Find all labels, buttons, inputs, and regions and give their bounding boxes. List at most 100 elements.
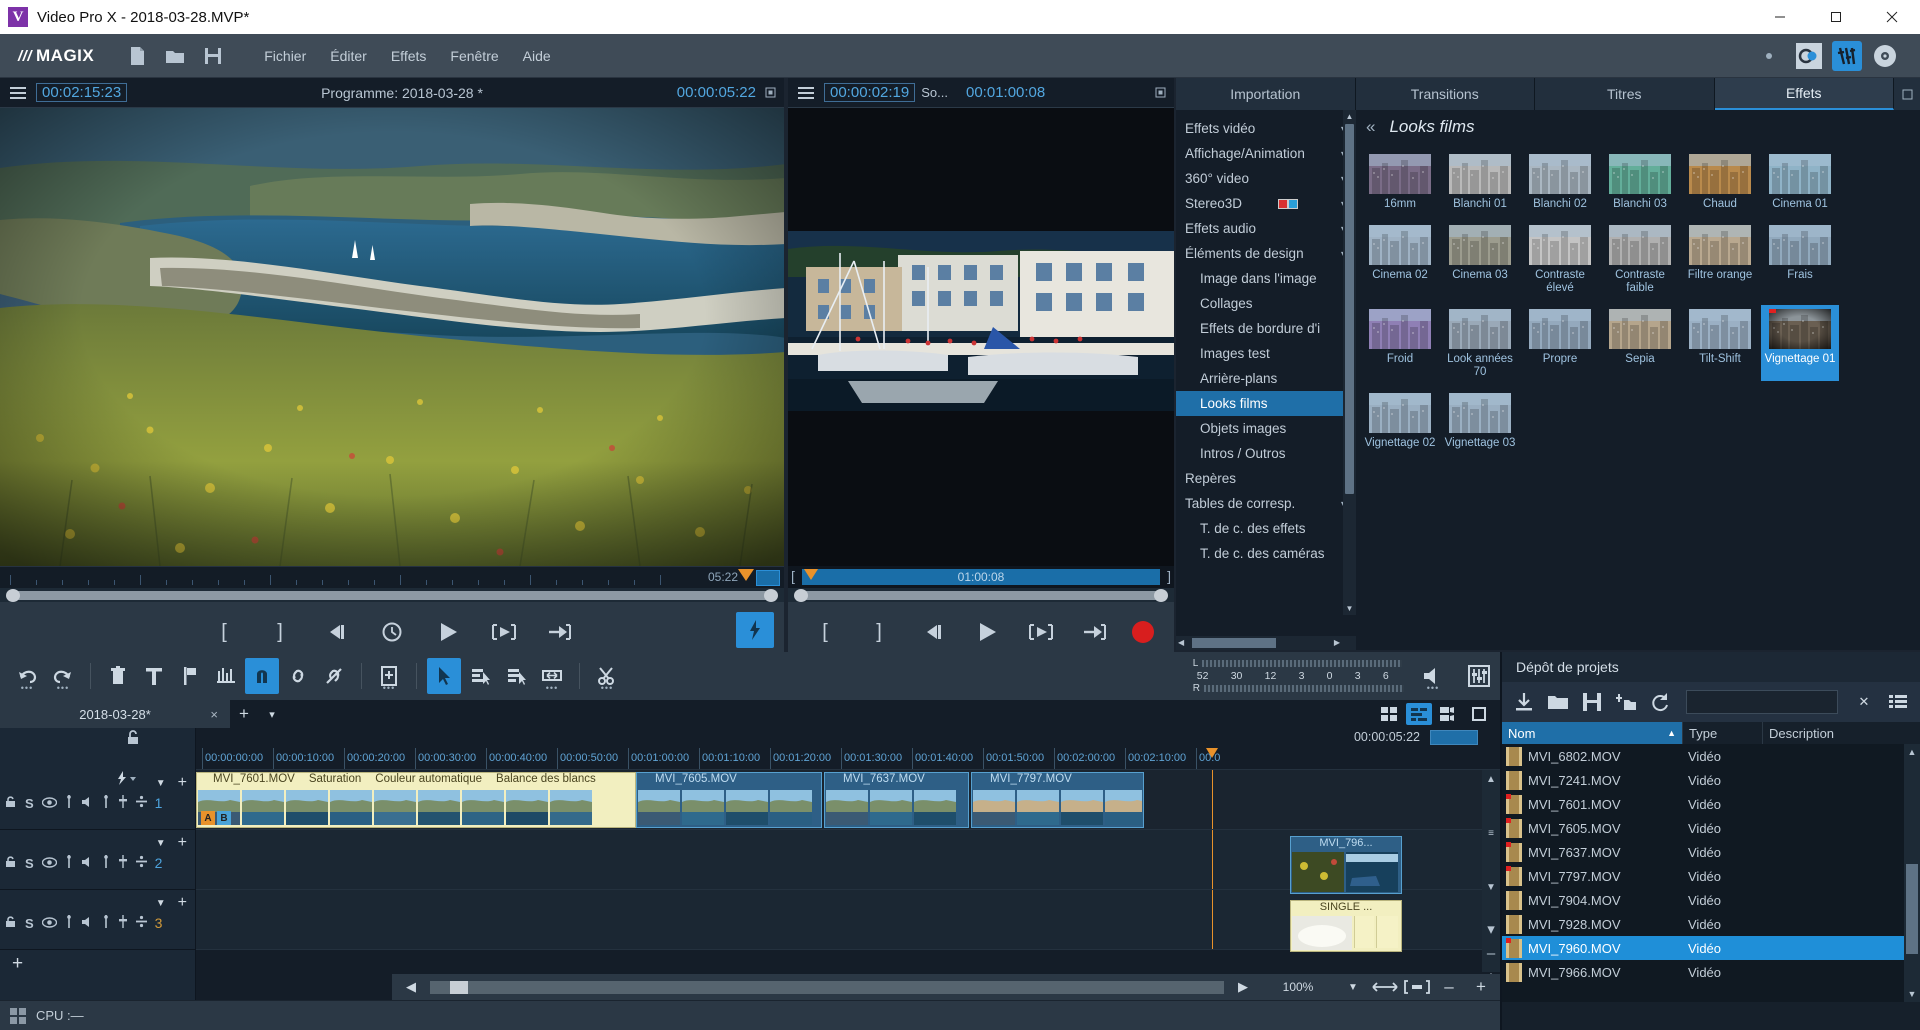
scroll-left-icon[interactable]: ◀ [398,979,424,995]
timeline-view-button[interactable] [1406,703,1432,725]
jump-to-end-button[interactable] [1078,615,1112,649]
add-folder-icon[interactable] [1612,688,1640,716]
effects-tree-item-8[interactable]: Effets de bordure d'i [1176,316,1356,341]
effects-tree-item-1[interactable]: Affichage/Animation▼ [1176,141,1356,166]
fade-in-icon[interactable] [65,915,73,931]
chevron-down-icon[interactable]: ▼ [156,838,166,849]
scroll-knob-right[interactable] [764,588,778,602]
back-chevrons-icon[interactable]: « [1366,117,1375,137]
open-folder-icon[interactable] [158,40,192,72]
speaker-icon[interactable]: ••• [1416,658,1450,694]
timeline-vscrollbar[interactable]: ▲ ≡ ▼ ▾ – + [1482,770,1500,986]
set-in-point-button[interactable]: [ [207,615,241,649]
effects-tree-item-3[interactable]: Stereo3D▼ [1176,191,1356,216]
collapse-icon[interactable]: ▾ [1482,920,1500,938]
overflow-dots[interactable]: ••• [21,683,33,693]
effects-tree-item-16[interactable]: T. de c. des effets [1176,516,1356,541]
program-duration-timecode[interactable]: 00:00:05:22 [677,84,756,101]
single-object-mode-icon[interactable] [463,658,497,694]
menu-item-effets[interactable]: Effets [379,44,439,68]
seek-selection-handle[interactable] [756,570,780,586]
project-tab[interactable]: 2018-03-28* × [0,700,230,728]
mute-speaker-icon[interactable] [81,796,94,811]
level-icon[interactable] [118,915,128,931]
chevron-down-icon[interactable]: ▼ [156,778,166,789]
co-icon[interactable] [1794,41,1824,71]
program-video-image[interactable] [0,108,784,566]
scroll-knob-left[interactable] [794,588,808,602]
depot-row-0[interactable]: MVI_6802.MOV Vidéo [1502,744,1920,768]
look-preset-1[interactable]: Blanchi 01 [1441,150,1519,213]
disc-icon[interactable] [1870,41,1900,71]
open-folder-icon[interactable] [1544,688,1572,716]
effects-tree-item-11[interactable]: Looks films [1176,391,1356,416]
depot-row-4[interactable]: MVI_7637.MOV Vidéo [1502,840,1920,864]
look-preset-19[interactable]: Vignettage 03 [1441,389,1519,452]
scroll-left-arrow-icon[interactable]: ◀ [1178,638,1184,647]
timeline-clip-0[interactable]: MVI_7601.MOV Saturation Couleur automatiqu… [196,772,636,828]
marker-flag-icon[interactable] [173,658,207,694]
scroll-thumb[interactable] [1906,864,1918,954]
zoom-out-icon[interactable]: – [1436,977,1462,997]
depot-row-3[interactable]: MVI_7605.MOV Vidéo [1502,816,1920,840]
solo-S-icon[interactable]: S [25,856,34,871]
depot-row-1[interactable]: MVI_7241.MOV Vidéo [1502,768,1920,792]
close-button[interactable] [1864,0,1920,34]
depot-row-5[interactable]: MVI_7797.MOV Vidéo [1502,864,1920,888]
floating-clip-1[interactable]: MVI_796... [1290,836,1402,894]
hamburger-icon[interactable] [0,86,36,100]
effects-tree-item-7[interactable]: Collages [1176,291,1356,316]
look-preset-13[interactable]: Look années 70 [1441,305,1519,381]
effects-tree-item-12[interactable]: Objets images [1176,416,1356,441]
mute-speaker-icon[interactable] [81,916,94,931]
all-objects-mode-icon[interactable] [499,658,533,694]
redo-icon[interactable]: ••• [46,658,80,694]
zoom-level-value[interactable]: 100% [1262,980,1334,994]
scroll-thumb-handle[interactable]: ≡ [1482,824,1500,842]
tab-titres[interactable]: Titres [1535,78,1715,110]
title-text-icon[interactable] [137,658,171,694]
tab-importation[interactable]: Importation [1176,78,1356,110]
timeline-hscroll-thumb[interactable] [450,980,468,994]
ratio-icon[interactable] [135,795,147,811]
source-position-timecode[interactable]: 00:00:02:19 [824,83,916,102]
hamburger-icon[interactable] [788,86,824,100]
scene-overview-button[interactable] [1436,703,1462,725]
effects-tree-item-5[interactable]: Éléments de design▼ [1176,241,1356,266]
program-position-timecode[interactable]: 00:02:15:23 [36,83,128,102]
lock-icon[interactable] [5,855,17,871]
mouse-arrow-mode-icon[interactable] [427,658,461,694]
source-seek-ruler[interactable]: [ 01:00:08 ] [788,566,1174,588]
zoom-in-icon[interactable]: + [1468,977,1494,997]
overflow-dots[interactable]: ••• [546,683,558,693]
timeline-ruler[interactable]: 00:00:00:00 00:00:10:00 00:00:20:00 00:00:3… [196,748,1500,770]
play-button[interactable] [970,615,1004,649]
solo-S-icon[interactable]: S [25,796,34,811]
look-preset-0[interactable]: 16mm [1361,150,1439,213]
ratio-icon[interactable] [135,915,147,931]
effects-tree-item-0[interactable]: Effets vidéo▼ [1176,116,1356,141]
overflow-dots[interactable]: ••• [601,683,613,693]
column-header-nom[interactable]: Nom ▲ [1502,722,1682,744]
look-preset-9[interactable]: Contraste faible [1601,221,1679,297]
timeline-clip-2[interactable]: MVI_7637.MOV [824,772,969,828]
timeline-clip-1[interactable]: MVI_7605.MOV [636,772,822,828]
scroll-down-arrow-icon[interactable]: ▼ [1482,878,1500,896]
single-view-button[interactable] [1466,703,1492,725]
flash-render-button[interactable] [736,612,774,648]
project-dropdown-button[interactable]: ▾ [258,708,286,721]
undo-icon[interactable]: ••• [10,658,44,694]
look-preset-5[interactable]: Cinema 01 [1761,150,1839,213]
program-hscrollbar[interactable] [0,588,784,602]
look-preset-6[interactable]: Cinema 02 [1361,221,1439,297]
effects-tree-item-6[interactable]: Image dans l'image [1176,266,1356,291]
look-preset-2[interactable]: Blanchi 02 [1521,150,1599,213]
look-preset-10[interactable]: Filtre orange [1681,221,1759,297]
scroll-thumb[interactable] [1345,124,1354,494]
set-in-point-button[interactable]: [ [808,615,842,649]
maximize-icon[interactable] [1146,87,1174,98]
scroll-up-arrow-icon[interactable]: ▲ [1482,770,1500,788]
timeline-playhead[interactable] [1212,830,1213,889]
track-height-minus-icon[interactable]: – [1482,944,1500,962]
fade-out-icon[interactable] [102,795,110,811]
